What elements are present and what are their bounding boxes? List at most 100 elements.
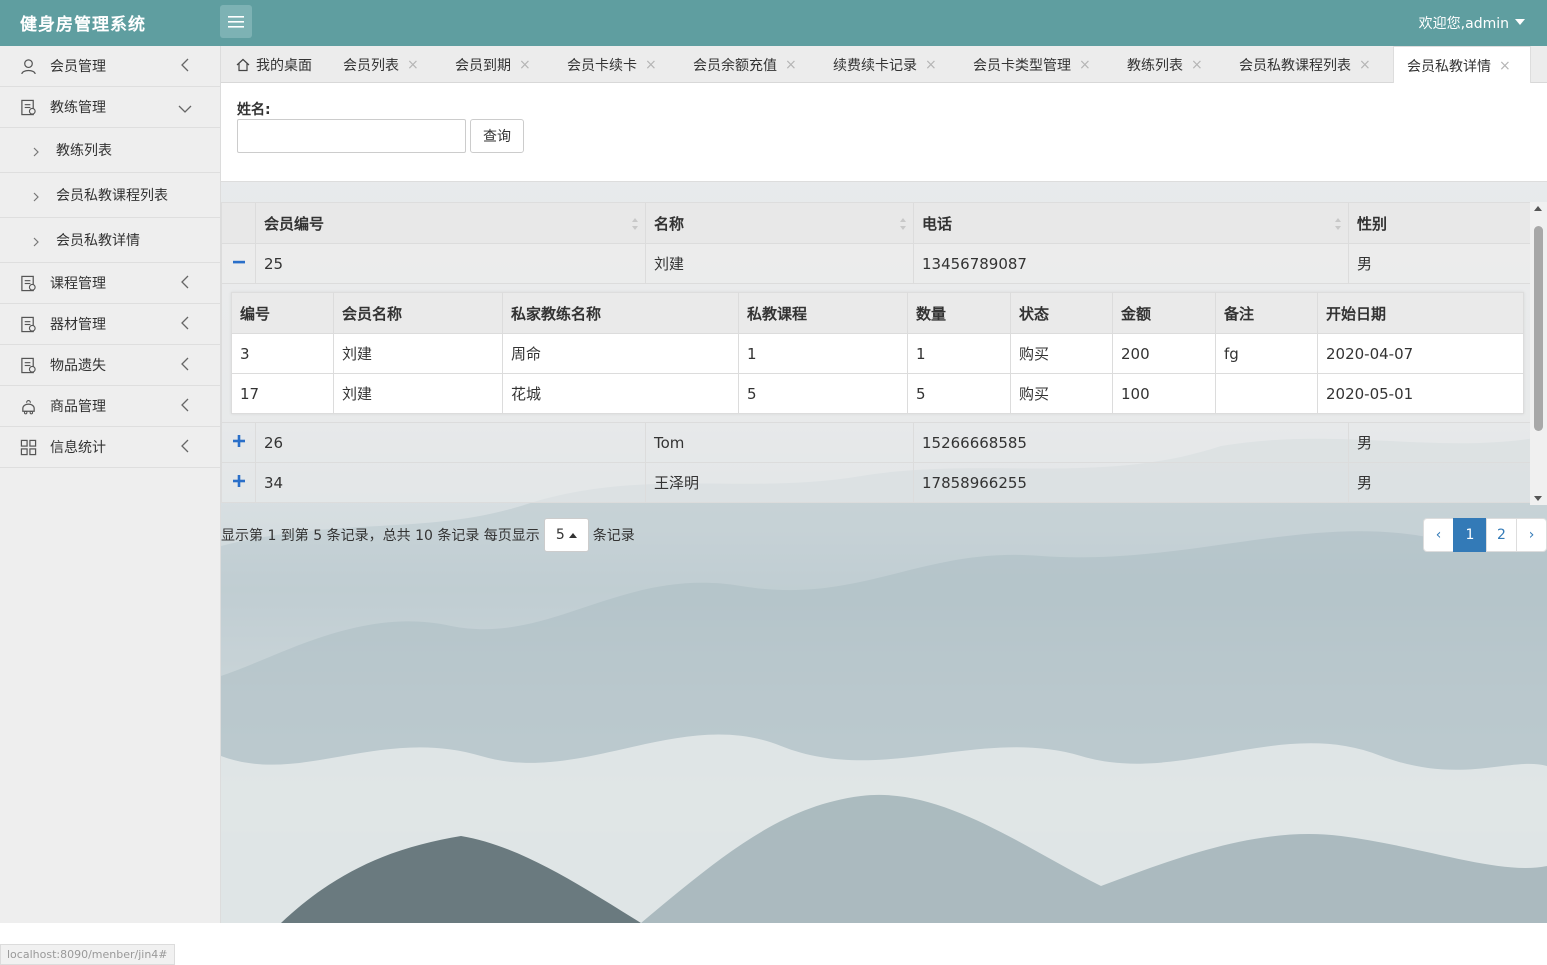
column-header-label: 电话 [922,214,953,233]
detail-cell-value: 3 [231,333,334,374]
column-header-phone[interactable]: 电话 [913,202,1349,244]
close-icon[interactable]: × [1359,57,1371,73]
search-panel: 姓名: 查询 [221,83,1547,182]
top-header: 健身房管理系统 欢迎您,admin [0,0,1547,46]
tab-label: 会员到期 [455,57,511,74]
sidebar-subitem-private-course-detail[interactable]: 会员私教详情 [0,218,220,263]
collapse-row-button[interactable] [221,243,256,284]
scroll-down-arrow-icon[interactable] [1534,496,1542,501]
detail-column-header: 数量 [907,292,1011,334]
user-icon [19,57,37,75]
cell-member-id: 34 [255,462,646,503]
tab-label: 教练列表 [1127,57,1183,74]
detail-column-header: 状态 [1010,292,1113,334]
detail-column-header: 备注 [1215,292,1318,334]
sidebar: 会员管理 教练管理 教练列表 会员私教课程列表 会员私教详情 课程管理 器材管理… [0,46,221,923]
table-vertical-scrollbar[interactable] [1530,202,1547,505]
table-row[interactable]: 34 王泽明 17858966255 男 [221,462,1532,503]
close-icon[interactable]: × [1499,58,1511,74]
sort-icon [1335,218,1341,230]
scroll-up-arrow-icon[interactable] [1534,206,1542,211]
page-size-select[interactable]: 5 [543,518,589,552]
prev-page-button[interactable]: ‹ [1423,518,1454,552]
user-menu[interactable]: 欢迎您,admin [1419,13,1525,33]
document-icon [19,274,37,292]
detail-row-item: 17 刘建 花城 5 5 购买 100 2020-05-01 [231,373,1524,414]
close-icon[interactable]: × [925,57,937,73]
tab-label: 会员卡续卡 [567,57,637,74]
tab-card-renewal[interactable]: 会员卡续卡 × [553,46,679,83]
menu-toggle-button[interactable] [220,5,252,38]
table-row[interactable]: 25 刘建 13456789087 男 [221,243,1532,284]
detail-cell-value: 5 [738,373,908,414]
tab-member-list[interactable]: 会员列表 × [329,46,441,83]
sidebar-subitem-coach-list[interactable]: 教练列表 [0,128,220,173]
detail-cell-value: 购买 [1010,333,1113,374]
scrollbar-thumb[interactable] [1534,226,1543,431]
page-button-2[interactable]: 2 [1486,518,1517,552]
search-button[interactable]: 查询 [470,119,524,153]
cell-phone: 17858966255 [913,462,1349,503]
sidebar-subitem-private-course-list[interactable]: 会员私教课程列表 [0,173,220,218]
tab-balance-recharge[interactable]: 会员余额充值 × [679,46,819,83]
page-button-1[interactable]: 1 [1453,518,1487,552]
detail-cell-value: 花城 [502,373,739,414]
detail-cell-value: 2020-04-07 [1317,333,1524,374]
close-icon[interactable]: × [1191,57,1203,73]
table-row[interactable]: 26 Tom 15266668585 男 [221,422,1532,463]
chevron-right-icon [32,190,40,202]
member-table-container: 会员编号 名称 电话 性别 25 刘建 13456789087 男 编号 会员名… [221,202,1547,505]
expand-row-button[interactable] [221,422,256,463]
cell-name: 王泽明 [645,462,914,503]
cell-gender: 男 [1348,462,1532,503]
tab-renewal-records[interactable]: 续费续卡记录 × [819,46,959,83]
table-header-row: 会员编号 名称 电话 性别 [221,202,1532,244]
close-icon[interactable]: × [407,57,419,73]
sidebar-item-lost-items[interactable]: 物品遗失 [0,345,220,386]
sidebar-item-coach-management[interactable]: 教练管理 [0,87,220,128]
caret-up-icon [568,532,577,538]
detail-cell-value: 刘建 [333,333,503,374]
sidebar-item-equipment-management[interactable]: 器材管理 [0,304,220,345]
sidebar-item-statistics[interactable]: 信息统计 [0,427,220,468]
cell-phone: 13456789087 [913,243,1349,284]
sort-icon [632,218,638,230]
sidebar-subitem-label: 会员私教详情 [56,233,140,249]
tab-label: 会员私教课程列表 [1239,57,1351,74]
detail-cell-value: 100 [1112,373,1216,414]
plus-icon [232,474,246,488]
sidebar-item-goods-management[interactable]: 商品管理 [0,386,220,427]
detail-column-header: 私家教练名称 [502,292,739,334]
chevron-down-icon [178,102,192,113]
sidebar-item-member-management[interactable]: 会员管理 [0,46,220,87]
sidebar-item-label: 教练管理 [50,100,106,116]
app-title: 健身房管理系统 [20,15,146,35]
sidebar-item-course-management[interactable]: 课程管理 [0,263,220,304]
tab-private-course-list[interactable]: 会员私教课程列表 × [1225,46,1393,83]
tab-my-desktop[interactable]: 我的桌面 [221,46,329,83]
name-input[interactable] [237,119,466,153]
member-table: 会员编号 名称 电话 性别 25 刘建 13456789087 男 编号 会员名… [221,202,1532,503]
close-icon[interactable]: × [519,57,531,73]
expand-row-button[interactable] [221,462,256,503]
cell-member-id: 25 [255,243,646,284]
tab-card-type-management[interactable]: 会员卡类型管理 × [959,46,1113,83]
tab-member-expiry[interactable]: 会员到期 × [441,46,553,83]
close-icon[interactable]: × [785,57,797,73]
private-course-detail-table: 编号 会员名称 私家教练名称 私教课程 数量 状态 金额 备注 开始日期 3 刘… [231,292,1524,414]
next-page-button[interactable]: › [1516,518,1547,552]
home-icon [236,58,250,71]
column-header-gender[interactable]: 性别 [1348,202,1532,244]
detail-cell-value: 刘建 [333,373,503,414]
tab-private-course-detail[interactable]: 会员私教详情 × [1393,46,1531,84]
close-icon[interactable]: × [645,57,657,73]
column-header-name[interactable]: 名称 [645,202,914,244]
cell-member-id: 26 [255,422,646,463]
column-header-member-id[interactable]: 会员编号 [255,202,646,244]
detail-cell-value [1215,373,1318,414]
tab-coach-list[interactable]: 教练列表 × [1113,46,1225,83]
cell-name: Tom [645,422,914,463]
chevron-left-icon [180,357,190,371]
close-icon[interactable]: × [1079,57,1091,73]
detail-header-row: 编号 会员名称 私家教练名称 私教课程 数量 状态 金额 备注 开始日期 [231,292,1524,334]
